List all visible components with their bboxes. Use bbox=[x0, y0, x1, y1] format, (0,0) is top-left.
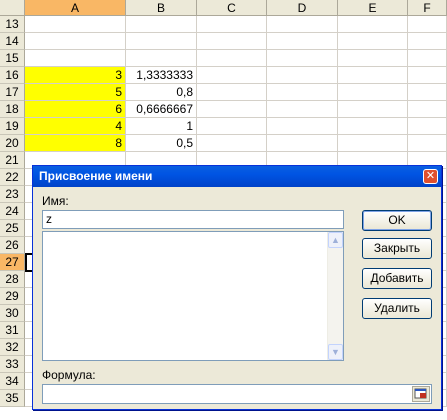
select-all-corner[interactable] bbox=[0, 0, 25, 16]
row-header[interactable]: 23 bbox=[0, 186, 25, 203]
grid-cell[interactable] bbox=[197, 67, 267, 84]
grid-cell[interactable] bbox=[338, 101, 408, 118]
row-header[interactable]: 32 bbox=[0, 339, 25, 356]
grid-cell[interactable] bbox=[197, 16, 267, 33]
grid-cell[interactable] bbox=[267, 135, 338, 152]
names-list[interactable]: ▲ ▼ bbox=[42, 231, 344, 361]
grid-cell[interactable] bbox=[338, 118, 408, 135]
grid-cell[interactable] bbox=[126, 33, 197, 50]
grid-cell[interactable] bbox=[197, 33, 267, 50]
close-button[interactable]: Закрыть bbox=[362, 238, 432, 259]
dialog-title: Присвоение имени bbox=[39, 169, 153, 183]
grid-cell[interactable] bbox=[25, 16, 126, 33]
grid-cell[interactable] bbox=[197, 118, 267, 135]
cell-a16[interactable]: 3 bbox=[25, 67, 126, 84]
grid-cell[interactable] bbox=[267, 16, 338, 33]
row-header[interactable]: 31 bbox=[0, 322, 25, 339]
grid-cell[interactable] bbox=[25, 33, 126, 50]
grid-cell[interactable] bbox=[126, 16, 197, 33]
row-header[interactable]: 19 bbox=[0, 118, 25, 135]
delete-button[interactable]: Удалить bbox=[362, 298, 432, 319]
grid-cell[interactable] bbox=[25, 50, 126, 67]
cell-b20[interactable]: 0,5 bbox=[126, 135, 197, 152]
row-header[interactable]: 15 bbox=[0, 50, 25, 67]
row-header[interactable]: 17 bbox=[0, 84, 25, 101]
grid-cell[interactable] bbox=[126, 50, 197, 67]
grid-cell[interactable] bbox=[197, 101, 267, 118]
cell-b18[interactable]: 0,6666667 bbox=[126, 101, 197, 118]
row-header[interactable]: 22 bbox=[0, 169, 25, 186]
row-header[interactable]: 34 bbox=[0, 373, 25, 390]
row-header[interactable]: 18 bbox=[0, 101, 25, 118]
row-header[interactable]: 30 bbox=[0, 305, 25, 322]
column-header-f[interactable]: F bbox=[408, 0, 447, 16]
cell-b19[interactable]: 1 bbox=[126, 118, 197, 135]
formula-label: Формула: bbox=[42, 368, 96, 382]
grid-cell[interactable] bbox=[267, 101, 338, 118]
grid-cell[interactable] bbox=[197, 135, 267, 152]
row-header[interactable]: 25 bbox=[0, 220, 25, 237]
grid-cell[interactable] bbox=[338, 84, 408, 101]
close-icon[interactable]: ✕ bbox=[423, 169, 438, 184]
grid-cell[interactable] bbox=[338, 33, 408, 50]
grid-cell[interactable] bbox=[408, 33, 447, 50]
formula-input[interactable] bbox=[42, 384, 432, 404]
grid-cell[interactable] bbox=[197, 50, 267, 67]
cell-a19[interactable]: 4 bbox=[25, 118, 126, 135]
grid-cell[interactable] bbox=[338, 16, 408, 33]
grid-cell[interactable] bbox=[408, 50, 447, 67]
cell-b16[interactable]: 1,3333333 bbox=[126, 67, 197, 84]
add-button[interactable]: Добавить bbox=[362, 268, 432, 289]
define-name-dialog: Присвоение имени ✕ Имя: z ▲ ▼ OK Закрыть… bbox=[32, 165, 442, 410]
row-header[interactable]: 21 bbox=[0, 152, 25, 169]
dialog-titlebar[interactable]: Присвоение имени ✕ bbox=[33, 166, 441, 187]
grid-cell[interactable] bbox=[267, 118, 338, 135]
row-header[interactable]: 24 bbox=[0, 203, 25, 220]
row-header[interactable]: 26 bbox=[0, 237, 25, 254]
cell-a20[interactable]: 8 bbox=[25, 135, 126, 152]
grid-cell[interactable] bbox=[408, 84, 447, 101]
grid-cell[interactable] bbox=[267, 84, 338, 101]
row-header[interactable]: 16 bbox=[0, 67, 25, 84]
scroll-up-icon[interactable]: ▲ bbox=[328, 232, 343, 248]
column-header-e[interactable]: E bbox=[338, 0, 408, 16]
row-header[interactable]: 13 bbox=[0, 16, 25, 33]
grid-cell[interactable] bbox=[408, 118, 447, 135]
grid-cell[interactable] bbox=[408, 135, 447, 152]
grid-cell[interactable] bbox=[338, 135, 408, 152]
grid-cell[interactable] bbox=[408, 67, 447, 84]
ok-button[interactable]: OK bbox=[362, 210, 432, 231]
cell-a18[interactable]: 6 bbox=[25, 101, 126, 118]
row-header-selected[interactable]: 27 bbox=[0, 254, 25, 271]
cell-b17[interactable]: 0,8 bbox=[126, 84, 197, 101]
row-header[interactable]: 29 bbox=[0, 288, 25, 305]
column-header-a[interactable]: A bbox=[25, 0, 126, 16]
row-header[interactable]: 14 bbox=[0, 33, 25, 50]
row-header[interactable]: 33 bbox=[0, 356, 25, 373]
collapse-dialog-icon[interactable] bbox=[412, 386, 430, 402]
grid-cell[interactable] bbox=[267, 50, 338, 67]
row-header[interactable]: 28 bbox=[0, 271, 25, 288]
grid-cell[interactable] bbox=[408, 16, 447, 33]
scroll-down-icon[interactable]: ▼ bbox=[328, 344, 343, 360]
column-header-b[interactable]: B bbox=[126, 0, 197, 16]
grid-cell[interactable] bbox=[338, 50, 408, 67]
name-input[interactable]: z bbox=[42, 210, 344, 229]
cell-a17[interactable]: 5 bbox=[25, 84, 126, 101]
column-header-c[interactable]: C bbox=[197, 0, 267, 16]
grid-cell[interactable] bbox=[267, 33, 338, 50]
grid-cell[interactable] bbox=[267, 67, 338, 84]
names-list-scrollbar[interactable]: ▲ ▼ bbox=[327, 232, 343, 360]
name-label: Имя: bbox=[42, 194, 69, 208]
row-header[interactable]: 20 bbox=[0, 135, 25, 152]
column-header-d[interactable]: D bbox=[267, 0, 338, 16]
grid-cell[interactable] bbox=[408, 101, 447, 118]
row-header[interactable]: 35 bbox=[0, 390, 25, 407]
grid-cell[interactable] bbox=[197, 84, 267, 101]
grid-cell[interactable] bbox=[338, 67, 408, 84]
